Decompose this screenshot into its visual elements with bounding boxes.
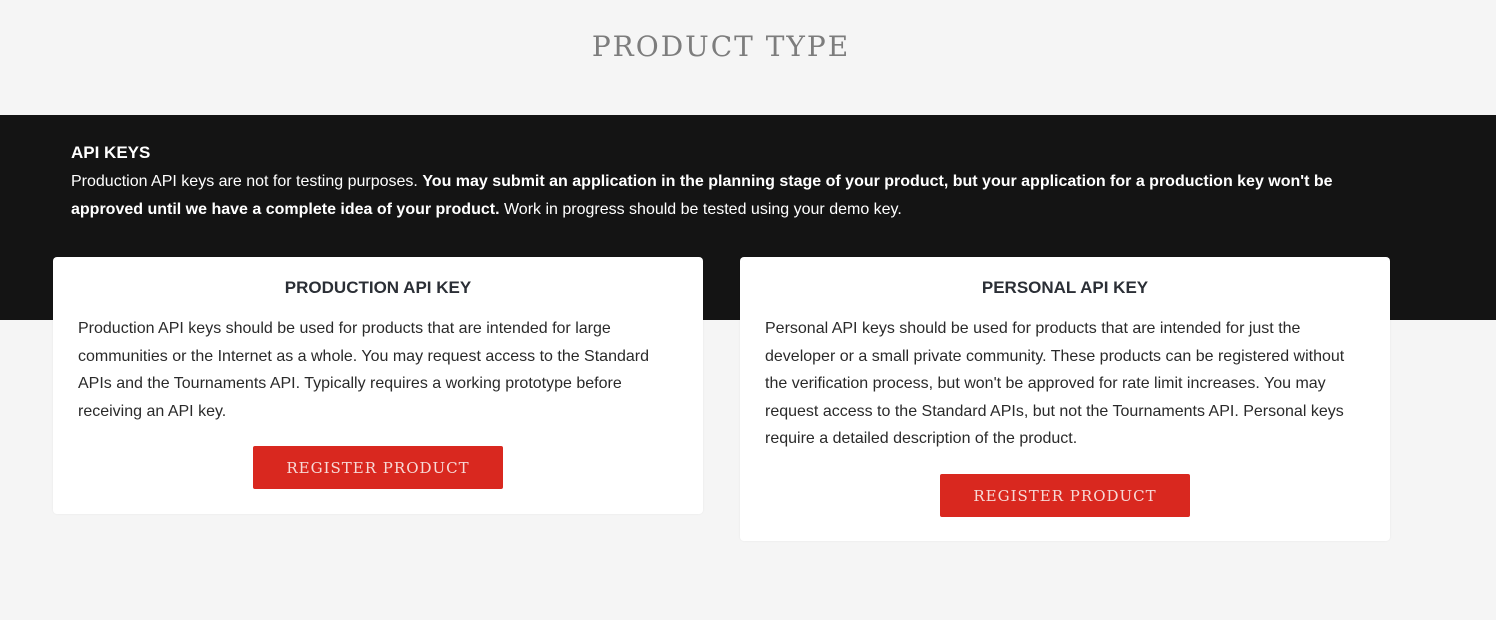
production-api-key-card: PRODUCTION API KEY Production API keys s… — [53, 257, 703, 514]
page-title: PRODUCT TYPE — [591, 30, 851, 63]
card-description: Personal API keys should be used for pro… — [765, 320, 1345, 447]
api-keys-text-outro: Work in progress should be tested using … — [499, 201, 902, 218]
register-personal-product-button[interactable]: REGISTER PRODUCT — [940, 474, 1190, 517]
register-production-product-button[interactable]: REGISTER PRODUCT — [253, 446, 503, 489]
card-title: PERSONAL API KEY — [981, 278, 1149, 297]
api-keys-description: Production API keys are not for testing … — [71, 168, 1401, 224]
api-keys-text-intro: Production API keys are not for testing … — [71, 173, 423, 190]
personal-api-key-card: PERSONAL API KEY Personal API keys shoul… — [740, 257, 1390, 541]
card-description: Production API keys should be used for p… — [78, 320, 649, 420]
card-title: PRODUCTION API KEY — [284, 278, 472, 297]
api-keys-info: API KEYS Production API keys are not for… — [71, 142, 1401, 224]
api-keys-heading: API KEYS — [71, 143, 151, 162]
